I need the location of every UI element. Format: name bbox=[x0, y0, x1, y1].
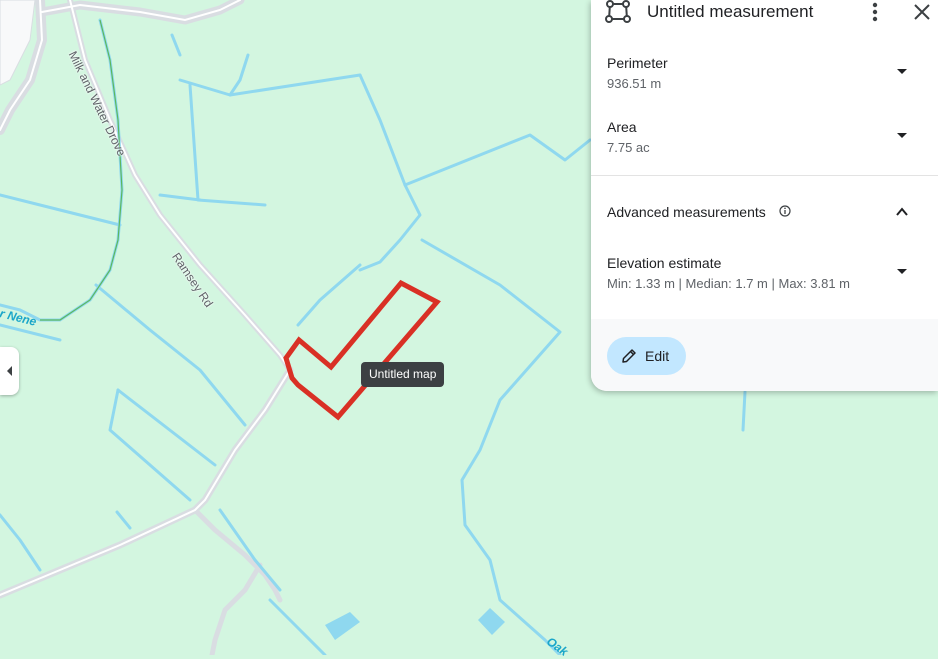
more-vert-icon[interactable] bbox=[866, 1, 884, 23]
perimeter-value: 936.51 m bbox=[607, 76, 662, 91]
elevation-value: Min: 1.33 m | Median: 1.7 m | Max: 3.81 … bbox=[607, 276, 851, 291]
measurement-panel: Untitled measurement Perimeter 936.51 m … bbox=[591, 0, 938, 391]
divider bbox=[591, 175, 938, 176]
map-tooltip: Untitled map bbox=[361, 362, 445, 387]
advanced-measurements-row[interactable]: Advanced measurements bbox=[591, 203, 938, 223]
collapse-panel-button[interactable] bbox=[0, 347, 19, 395]
pencil-icon bbox=[622, 349, 636, 363]
area-value: 7.75 ac bbox=[607, 140, 650, 155]
polygon-measure-icon bbox=[605, 0, 631, 23]
perimeter-label: Perimeter bbox=[607, 55, 668, 71]
panel-header: Untitled measurement bbox=[591, 0, 938, 24]
chevron-down-icon[interactable] bbox=[895, 129, 909, 143]
chevron-up-icon[interactable] bbox=[895, 205, 909, 219]
elevation-label: Elevation estimate bbox=[607, 255, 722, 271]
panel-footer: Edit bbox=[591, 319, 938, 391]
chevron-left-icon bbox=[6, 366, 12, 376]
area-label: Area bbox=[607, 119, 637, 135]
close-icon[interactable] bbox=[913, 3, 931, 21]
edit-button[interactable]: Edit bbox=[607, 337, 686, 375]
chevron-down-icon[interactable] bbox=[895, 265, 909, 279]
perimeter-row[interactable]: Perimeter 936.51 m bbox=[591, 55, 938, 95]
chevron-down-icon[interactable] bbox=[895, 65, 909, 79]
advanced-measurements-label: Advanced measurements bbox=[607, 204, 766, 220]
edit-button-label: Edit bbox=[645, 348, 670, 364]
panel-title: Untitled measurement bbox=[647, 2, 814, 21]
area-row[interactable]: Area 7.75 ac bbox=[591, 119, 938, 159]
info-icon[interactable] bbox=[779, 205, 791, 217]
elevation-row[interactable]: Elevation estimate Min: 1.33 m | Median:… bbox=[591, 255, 938, 295]
